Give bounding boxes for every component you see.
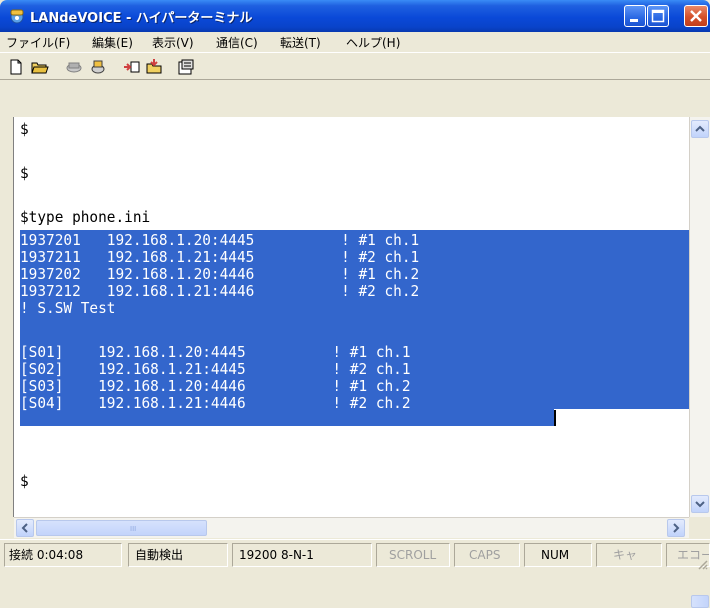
title-bar[interactable]: LANdeVOICE - ハイパーターミナル: [0, 0, 710, 32]
terminal-line: $: [20, 120, 29, 138]
status-scroll: SCROLL: [376, 543, 450, 567]
menu-transfer[interactable]: 転送(T): [280, 34, 321, 51]
terminal-screen[interactable]: $ $ $type phone.ini 1937201 192.168.1.20…: [20, 118, 689, 516]
terminal-line-selected: 1937202 192.168.1.20:4446 ! #1 ch.2: [20, 265, 420, 283]
terminal-line-selected: [S03] 192.168.1.20:4446 ! #1 ch.2: [20, 377, 411, 395]
terminal-line-selected: ! S.SW Test: [20, 299, 116, 317]
scroll-left-icon: [21, 523, 28, 533]
status-caps: CAPS: [454, 543, 520, 567]
horizontal-scrollbar[interactable]: III: [14, 517, 689, 538]
window-title: LANdeVOICE - ハイパーターミナル: [30, 11, 253, 26]
terminal-line: $type phone.ini: [20, 208, 151, 226]
terminal-line-selected: [S04] 192.168.1.21:4446 ! #2 ch.2: [20, 394, 411, 412]
send-file-icon[interactable]: [122, 57, 142, 77]
text-cursor: [554, 410, 556, 426]
receive-file-icon[interactable]: [144, 57, 164, 77]
terminal-line-selected: [S01] 192.168.1.20:4445 ! #1 ch.1: [20, 343, 411, 361]
status-bar: 接続 0:04:08 自動検出 19200 8-N-1 SCROLL CAPS …: [0, 539, 710, 572]
scroll-up-icon: [695, 125, 705, 132]
minimize-button[interactable]: [624, 5, 646, 27]
vertical-scrollbar[interactable]: [689, 117, 710, 608]
close-button[interactable]: [684, 5, 708, 27]
hyperterminal-window: LANdeVOICE - ハイパーターミナル ファイル(F) 編集(E) 表示(…: [0, 0, 710, 608]
vertical-scroll-thumb[interactable]: [691, 595, 709, 608]
menu-communication[interactable]: 通信(C): [216, 34, 258, 51]
size-grip-icon[interactable]: [696, 558, 708, 570]
connect-icon[interactable]: [64, 57, 84, 77]
window-frame-left: [4, 117, 14, 517]
toolbar: [0, 52, 710, 80]
terminal-line-selected: 1937201 192.168.1.20:4445 ! #1 ch.1: [20, 231, 420, 249]
terminal-line: $: [20, 164, 29, 182]
terminal-line-selected: 1937212 192.168.1.21:4446 ! #2 ch.2: [20, 282, 420, 300]
menu-view[interactable]: 表示(V): [152, 34, 194, 51]
scroll-right-button[interactable]: [667, 519, 685, 537]
scroll-grip: III: [130, 525, 137, 533]
status-num: NUM: [524, 543, 592, 567]
phone-icon: [10, 9, 24, 24]
close-icon: [690, 10, 702, 22]
scroll-down-button[interactable]: [691, 495, 709, 513]
scroll-up-button[interactable]: [691, 120, 709, 138]
maximize-button[interactable]: [647, 5, 669, 27]
status-capture: キャ: [596, 543, 662, 567]
menu-edit[interactable]: 編集(E): [92, 34, 133, 51]
terminal-line-selected: 1937211 192.168.1.21:4445 ! #2 ch.1: [20, 248, 420, 266]
menu-help[interactable]: ヘルプ(H): [346, 34, 400, 51]
maximize-icon: [651, 9, 665, 23]
properties-icon[interactable]: [176, 57, 196, 77]
terminal-line-selected: [S02] 192.168.1.21:4445 ! #2 ch.1: [20, 360, 411, 378]
disconnect-icon[interactable]: [88, 57, 108, 77]
status-port-settings: 19200 8-N-1: [232, 543, 372, 567]
status-auto-detect: 自動検出: [128, 543, 228, 567]
open-folder-icon[interactable]: [30, 57, 50, 77]
status-connected-time: 接続 0:04:08: [4, 543, 122, 567]
new-document-icon[interactable]: [6, 57, 26, 77]
terminal-line: $: [20, 472, 29, 490]
scroll-right-icon: [673, 523, 680, 533]
scroll-left-button[interactable]: [16, 519, 34, 537]
menu-bar: ファイル(F) 編集(E) 表示(V) 通信(C) 転送(T) ヘルプ(H): [0, 32, 710, 52]
minimize-icon: [630, 19, 638, 22]
menu-file[interactable]: ファイル(F): [6, 34, 70, 51]
horizontal-scroll-thumb[interactable]: III: [36, 520, 207, 536]
scroll-down-icon: [695, 501, 705, 508]
